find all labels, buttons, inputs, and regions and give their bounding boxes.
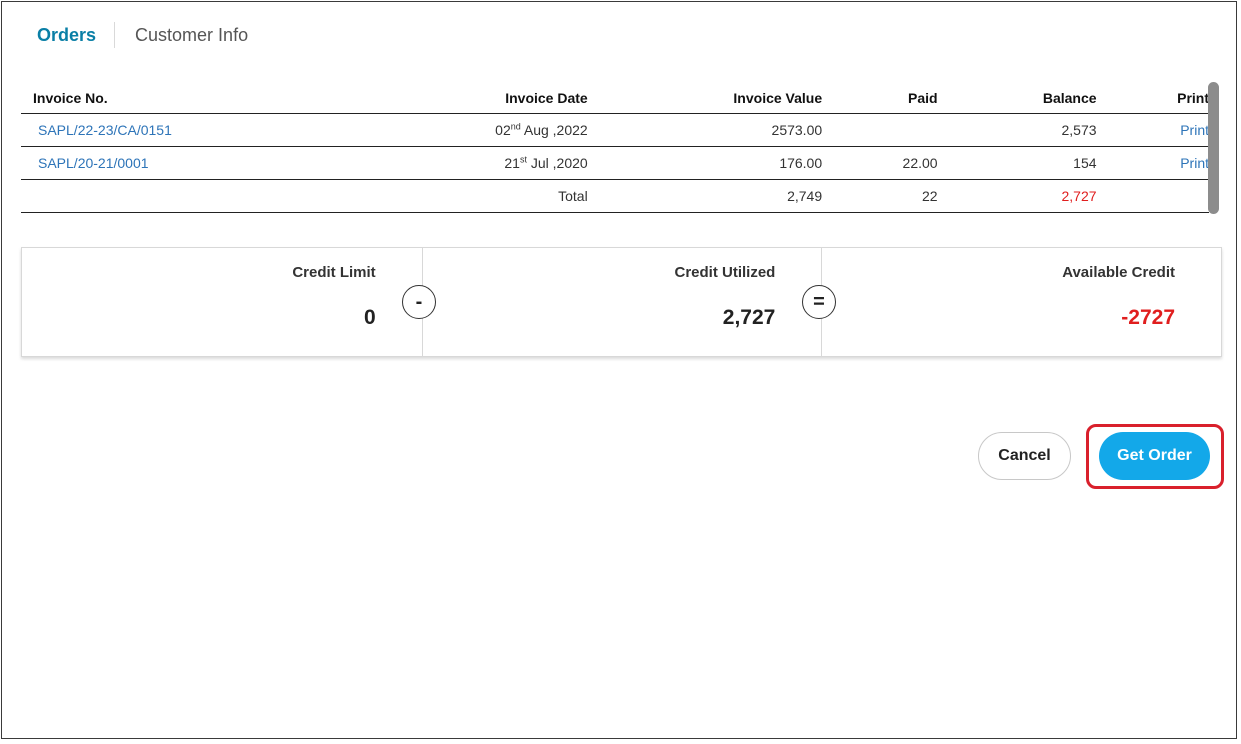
tab-bar: Orders Customer Info — [37, 22, 248, 48]
table-row: SAPL/22-23/CA/0151 02nd Aug ,2022 2573.0… — [21, 113, 1209, 147]
column-header-invoice-no: Invoice No. — [21, 82, 334, 114]
available-credit-label: Available Credit — [1062, 264, 1176, 281]
credit-summary-panel: Credit Limit 0 Credit Utilized 2,727 Ava… — [21, 247, 1222, 357]
invoice-date: 02nd Aug ,2022 — [333, 113, 588, 147]
total-paid: 22 — [822, 179, 938, 213]
invoice-value: 176.00 — [587, 146, 823, 180]
total-label: Total — [333, 179, 588, 213]
column-header-print: Print — [1096, 82, 1209, 114]
total-balance: 2,727 — [937, 179, 1097, 213]
credit-limit-box: Credit Limit 0 — [22, 248, 422, 356]
table-scrollbar[interactable] — [1208, 82, 1219, 214]
available-credit-value: -2727 — [1121, 306, 1176, 329]
cancel-button[interactable]: Cancel — [978, 432, 1071, 480]
column-header-paid: Paid — [822, 82, 938, 114]
print-link[interactable]: Print — [1180, 155, 1209, 171]
invoice-value: 2573.00 — [587, 113, 823, 147]
credit-utilized-box: Credit Utilized 2,727 — [421, 248, 822, 356]
credit-utilized-label: Credit Utilized — [674, 264, 776, 281]
invoice-link[interactable]: SAPL/22-23/CA/0151 — [38, 122, 172, 138]
equals-operator-icon: = — [802, 285, 836, 319]
column-header-invoice-value: Invoice Value — [587, 82, 823, 114]
invoice-table-container: Invoice No. Invoice Date Invoice Value P… — [21, 82, 1217, 214]
credit-limit-value: 0 — [363, 306, 376, 329]
paid-amount: 22.00 — [822, 146, 938, 180]
invoice-date: 21st Jul ,2020 — [333, 146, 588, 180]
balance-amount: 154 — [937, 146, 1097, 180]
credit-limit-label: Credit Limit — [292, 264, 376, 281]
tab-customer-info[interactable]: Customer Info — [135, 25, 248, 46]
dialog-frame: Orders Customer Info Invoice No. Invoice… — [1, 1, 1237, 739]
tab-divider — [114, 22, 116, 48]
column-header-invoice-date: Invoice Date — [333, 82, 588, 114]
minus-operator-icon: - — [402, 285, 436, 319]
tab-orders[interactable]: Orders — [37, 25, 96, 46]
paid-amount — [822, 113, 938, 147]
table-row: SAPL/20-21/0001 21st Jul ,2020 176.00 22… — [21, 146, 1209, 180]
table-header-row: Invoice No. Invoice Date Invoice Value P… — [21, 82, 1209, 114]
balance-amount: 2,573 — [937, 113, 1097, 147]
column-header-balance: Balance — [937, 82, 1097, 114]
total-value: 2,749 — [587, 179, 823, 213]
available-credit-box: Available Credit -2727 — [821, 248, 1221, 356]
print-link[interactable]: Print — [1180, 122, 1209, 138]
invoice-table: Invoice No. Invoice Date Invoice Value P… — [21, 82, 1209, 213]
total-row: Total 2,749 22 2,727 — [21, 179, 1209, 213]
credit-utilized-value: 2,727 — [722, 306, 776, 329]
get-order-button[interactable]: Get Order — [1099, 432, 1210, 480]
invoice-link[interactable]: SAPL/20-21/0001 — [38, 155, 149, 171]
